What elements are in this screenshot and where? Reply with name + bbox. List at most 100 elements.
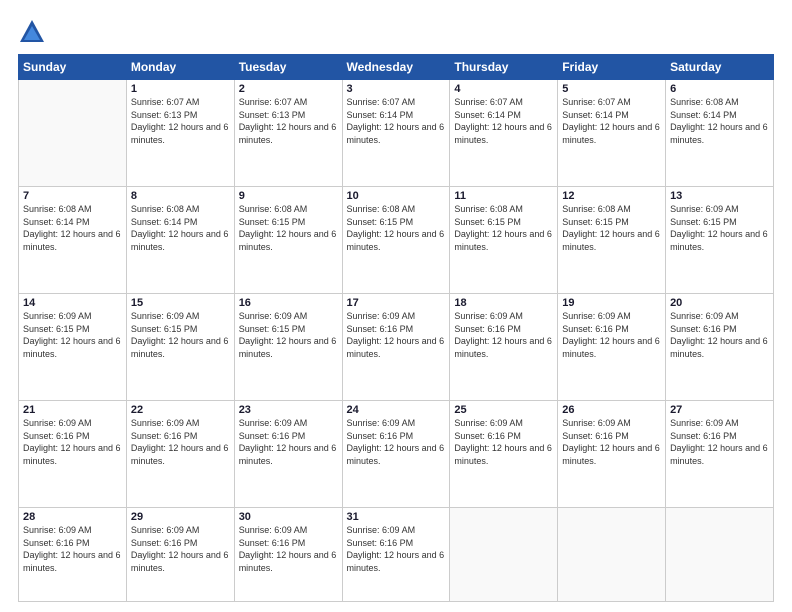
calendar-cell: 1Sunrise: 6:07 AMSunset: 6:13 PMDaylight… <box>126 80 234 187</box>
day-number: 28 <box>23 511 122 523</box>
calendar-cell: 3Sunrise: 6:07 AMSunset: 6:14 PMDaylight… <box>342 80 450 187</box>
day-info: Sunrise: 6:08 AMSunset: 6:15 PMDaylight:… <box>239 203 338 253</box>
calendar-cell: 30Sunrise: 6:09 AMSunset: 6:16 PMDayligh… <box>234 508 342 602</box>
calendar-cell: 9Sunrise: 6:08 AMSunset: 6:15 PMDaylight… <box>234 187 342 294</box>
calendar-week-row: 28Sunrise: 6:09 AMSunset: 6:16 PMDayligh… <box>19 508 774 602</box>
day-number: 3 <box>347 83 446 95</box>
day-number: 15 <box>131 297 230 309</box>
day-number: 14 <box>23 297 122 309</box>
page: SundayMondayTuesdayWednesdayThursdayFrid… <box>0 0 792 612</box>
calendar-cell: 31Sunrise: 6:09 AMSunset: 6:16 PMDayligh… <box>342 508 450 602</box>
calendar-cell: 5Sunrise: 6:07 AMSunset: 6:14 PMDaylight… <box>558 80 666 187</box>
day-info: Sunrise: 6:09 AMSunset: 6:16 PMDaylight:… <box>23 524 122 574</box>
calendar-cell <box>558 508 666 602</box>
calendar-week-row: 1Sunrise: 6:07 AMSunset: 6:13 PMDaylight… <box>19 80 774 187</box>
calendar-header-saturday: Saturday <box>666 55 774 80</box>
calendar-cell: 20Sunrise: 6:09 AMSunset: 6:16 PMDayligh… <box>666 294 774 401</box>
day-info: Sunrise: 6:09 AMSunset: 6:15 PMDaylight:… <box>239 310 338 360</box>
day-number: 8 <box>131 190 230 202</box>
calendar-cell: 21Sunrise: 6:09 AMSunset: 6:16 PMDayligh… <box>19 401 127 508</box>
day-info: Sunrise: 6:07 AMSunset: 6:14 PMDaylight:… <box>562 96 661 146</box>
calendar-cell <box>19 80 127 187</box>
calendar-cell <box>450 508 558 602</box>
calendar-header-thursday: Thursday <box>450 55 558 80</box>
day-info: Sunrise: 6:09 AMSunset: 6:16 PMDaylight:… <box>454 417 553 467</box>
day-info: Sunrise: 6:08 AMSunset: 6:14 PMDaylight:… <box>131 203 230 253</box>
calendar-cell: 6Sunrise: 6:08 AMSunset: 6:14 PMDaylight… <box>666 80 774 187</box>
day-info: Sunrise: 6:09 AMSunset: 6:16 PMDaylight:… <box>670 417 769 467</box>
calendar-cell: 13Sunrise: 6:09 AMSunset: 6:15 PMDayligh… <box>666 187 774 294</box>
calendar-week-row: 14Sunrise: 6:09 AMSunset: 6:15 PMDayligh… <box>19 294 774 401</box>
calendar-cell: 4Sunrise: 6:07 AMSunset: 6:14 PMDaylight… <box>450 80 558 187</box>
day-number: 26 <box>562 404 661 416</box>
day-info: Sunrise: 6:07 AMSunset: 6:14 PMDaylight:… <box>347 96 446 146</box>
day-info: Sunrise: 6:09 AMSunset: 6:16 PMDaylight:… <box>670 310 769 360</box>
calendar-cell: 11Sunrise: 6:08 AMSunset: 6:15 PMDayligh… <box>450 187 558 294</box>
calendar-cell: 14Sunrise: 6:09 AMSunset: 6:15 PMDayligh… <box>19 294 127 401</box>
day-number: 9 <box>239 190 338 202</box>
day-number: 20 <box>670 297 769 309</box>
day-number: 10 <box>347 190 446 202</box>
day-info: Sunrise: 6:08 AMSunset: 6:15 PMDaylight:… <box>562 203 661 253</box>
day-number: 11 <box>454 190 553 202</box>
calendar-cell: 25Sunrise: 6:09 AMSunset: 6:16 PMDayligh… <box>450 401 558 508</box>
day-number: 2 <box>239 83 338 95</box>
calendar-header-sunday: Sunday <box>19 55 127 80</box>
day-info: Sunrise: 6:07 AMSunset: 6:13 PMDaylight:… <box>239 96 338 146</box>
day-info: Sunrise: 6:09 AMSunset: 6:16 PMDaylight:… <box>347 524 446 574</box>
logo-icon <box>18 18 46 46</box>
day-number: 5 <box>562 83 661 95</box>
calendar-header-wednesday: Wednesday <box>342 55 450 80</box>
day-info: Sunrise: 6:09 AMSunset: 6:16 PMDaylight:… <box>562 417 661 467</box>
day-info: Sunrise: 6:08 AMSunset: 6:14 PMDaylight:… <box>670 96 769 146</box>
calendar-cell: 10Sunrise: 6:08 AMSunset: 6:15 PMDayligh… <box>342 187 450 294</box>
day-number: 23 <box>239 404 338 416</box>
calendar-cell: 15Sunrise: 6:09 AMSunset: 6:15 PMDayligh… <box>126 294 234 401</box>
calendar-cell: 27Sunrise: 6:09 AMSunset: 6:16 PMDayligh… <box>666 401 774 508</box>
day-info: Sunrise: 6:09 AMSunset: 6:16 PMDaylight:… <box>131 524 230 574</box>
calendar-cell: 19Sunrise: 6:09 AMSunset: 6:16 PMDayligh… <box>558 294 666 401</box>
calendar-cell: 16Sunrise: 6:09 AMSunset: 6:15 PMDayligh… <box>234 294 342 401</box>
day-number: 6 <box>670 83 769 95</box>
day-number: 16 <box>239 297 338 309</box>
day-number: 17 <box>347 297 446 309</box>
day-number: 31 <box>347 511 446 523</box>
calendar-cell: 26Sunrise: 6:09 AMSunset: 6:16 PMDayligh… <box>558 401 666 508</box>
day-number: 7 <box>23 190 122 202</box>
day-number: 18 <box>454 297 553 309</box>
day-info: Sunrise: 6:09 AMSunset: 6:16 PMDaylight:… <box>239 524 338 574</box>
calendar-cell: 29Sunrise: 6:09 AMSunset: 6:16 PMDayligh… <box>126 508 234 602</box>
day-info: Sunrise: 6:09 AMSunset: 6:16 PMDaylight:… <box>562 310 661 360</box>
header <box>18 18 774 46</box>
day-info: Sunrise: 6:09 AMSunset: 6:16 PMDaylight:… <box>23 417 122 467</box>
calendar-cell: 24Sunrise: 6:09 AMSunset: 6:16 PMDayligh… <box>342 401 450 508</box>
day-number: 22 <box>131 404 230 416</box>
calendar-cell: 17Sunrise: 6:09 AMSunset: 6:16 PMDayligh… <box>342 294 450 401</box>
calendar-cell: 23Sunrise: 6:09 AMSunset: 6:16 PMDayligh… <box>234 401 342 508</box>
calendar-cell: 18Sunrise: 6:09 AMSunset: 6:16 PMDayligh… <box>450 294 558 401</box>
day-number: 19 <box>562 297 661 309</box>
day-info: Sunrise: 6:09 AMSunset: 6:16 PMDaylight:… <box>239 417 338 467</box>
calendar-cell: 2Sunrise: 6:07 AMSunset: 6:13 PMDaylight… <box>234 80 342 187</box>
day-number: 12 <box>562 190 661 202</box>
day-info: Sunrise: 6:09 AMSunset: 6:16 PMDaylight:… <box>454 310 553 360</box>
calendar-cell: 12Sunrise: 6:08 AMSunset: 6:15 PMDayligh… <box>558 187 666 294</box>
day-info: Sunrise: 6:09 AMSunset: 6:15 PMDaylight:… <box>670 203 769 253</box>
calendar-header-tuesday: Tuesday <box>234 55 342 80</box>
day-number: 29 <box>131 511 230 523</box>
calendar-cell <box>666 508 774 602</box>
day-number: 13 <box>670 190 769 202</box>
calendar-table: SundayMondayTuesdayWednesdayThursdayFrid… <box>18 54 774 602</box>
logo <box>18 18 50 46</box>
day-info: Sunrise: 6:09 AMSunset: 6:15 PMDaylight:… <box>131 310 230 360</box>
day-info: Sunrise: 6:08 AMSunset: 6:14 PMDaylight:… <box>23 203 122 253</box>
day-number: 4 <box>454 83 553 95</box>
calendar-cell: 7Sunrise: 6:08 AMSunset: 6:14 PMDaylight… <box>19 187 127 294</box>
day-info: Sunrise: 6:07 AMSunset: 6:13 PMDaylight:… <box>131 96 230 146</box>
day-info: Sunrise: 6:09 AMSunset: 6:16 PMDaylight:… <box>131 417 230 467</box>
day-info: Sunrise: 6:09 AMSunset: 6:15 PMDaylight:… <box>23 310 122 360</box>
day-number: 25 <box>454 404 553 416</box>
day-number: 24 <box>347 404 446 416</box>
calendar-week-row: 7Sunrise: 6:08 AMSunset: 6:14 PMDaylight… <box>19 187 774 294</box>
day-number: 21 <box>23 404 122 416</box>
